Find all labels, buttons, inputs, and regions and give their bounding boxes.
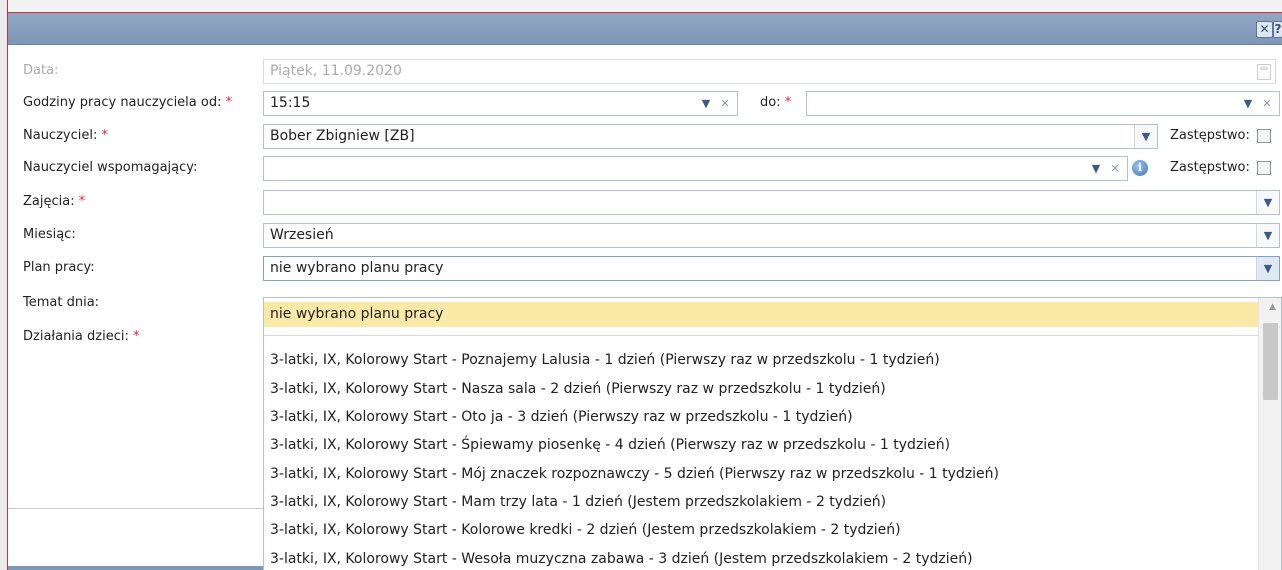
chevron-down-icon[interactable]: ▼ xyxy=(1256,224,1279,247)
hours-label: Godziny pracy nauczyciela od: * xyxy=(23,95,233,110)
assistant-teacher-label: Nauczyciel wspomagający: xyxy=(23,160,198,175)
chevron-down-icon[interactable]: ▼ xyxy=(697,92,715,115)
clear-icon[interactable]: ✕ xyxy=(716,92,734,115)
dropdown-option[interactable]: 3-latki, IX, Kolorowy Start - Mój znacze… xyxy=(264,462,1258,487)
assistant-teacher-combo[interactable]: ▼ ✕ xyxy=(263,156,1128,181)
assistant-substitute-checkbox[interactable] xyxy=(1257,161,1271,175)
assistant-substitute-label: Zastępstwo: xyxy=(1170,160,1250,175)
dropdown-option[interactable]: 3-latki, IX, Kolorowy Start - Wesoła muz… xyxy=(264,547,1258,570)
hours-from-value: 15:15 xyxy=(270,95,311,111)
plan-label: Plan pracy: xyxy=(23,260,95,275)
info-icon[interactable]: i xyxy=(1132,160,1148,176)
dropdown-option[interactable]: 3-latki, IX, Kolorowy Start - Nasza sala… xyxy=(264,377,1258,402)
chevron-down-icon[interactable]: ▼ xyxy=(1239,92,1257,115)
dropdown-option[interactable]: 3-latki, IX, Kolorowy Start - Mam trzy l… xyxy=(264,490,1258,515)
dropdown-option[interactable]: 3-latki, IX, Kolorowy Start - Oto ja - 3… xyxy=(264,405,1258,430)
teacher-label: Nauczyciel: * xyxy=(23,128,108,143)
close-icon[interactable]: ✕ xyxy=(1256,21,1273,38)
help-icon[interactable]: ? xyxy=(1273,21,1282,38)
background-window-edge xyxy=(0,0,8,570)
divider xyxy=(8,508,273,509)
dropdown-scrollbar[interactable]: ▲ xyxy=(1258,298,1281,570)
chevron-down-icon[interactable]: ▼ xyxy=(1134,125,1157,148)
topic-label: Temat dnia: xyxy=(23,295,100,310)
dialog-titlebar xyxy=(8,13,1282,45)
dialog-footer-bar xyxy=(8,566,273,570)
chevron-down-icon[interactable]: ▼ xyxy=(1256,257,1279,280)
chevron-down-icon[interactable]: ▼ xyxy=(1087,157,1105,180)
plan-select[interactable]: nie wybrano planu pracy ▼ xyxy=(263,256,1280,281)
background-window-strip xyxy=(0,0,1282,13)
teacher-select[interactable]: Bober Zbigniew [ZB] ▼ xyxy=(263,124,1158,149)
classes-select[interactable]: ▼ xyxy=(263,190,1280,215)
month-select[interactable]: Wrzesień ▼ xyxy=(263,223,1280,248)
teacher-value: Bober Zbigniew [ZB] xyxy=(270,128,415,144)
hours-to-combo[interactable]: ▼ ✕ xyxy=(806,91,1280,116)
hours-from-combo[interactable]: 15:15 ▼ ✕ xyxy=(263,91,738,116)
dropdown-option[interactable]: 3-latki, IX, Kolorowy Start - Poznajemy … xyxy=(264,348,1258,373)
clear-icon[interactable]: ✕ xyxy=(1106,157,1124,180)
teacher-substitute-label: Zastępstwo: xyxy=(1170,128,1250,143)
teacher-substitute-checkbox[interactable] xyxy=(1257,129,1271,143)
clear-icon[interactable]: ✕ xyxy=(1258,92,1276,115)
plan-dropdown-list: nie wybrano planu pracy 3-latki, IX, Kol… xyxy=(263,297,1282,570)
scroll-up-icon[interactable]: ▲ xyxy=(1269,302,1276,312)
classes-label: Zajęcia: * xyxy=(23,194,86,209)
hours-to-label: do: * xyxy=(760,95,792,110)
divider xyxy=(264,335,1258,336)
month-label: Miesiąc: xyxy=(23,227,76,242)
date-value: Piątek, 11.09.2020 xyxy=(270,63,402,79)
scrollbar-thumb[interactable] xyxy=(1263,323,1278,400)
date-field: Piątek, 11.09.2020 xyxy=(263,59,1276,84)
dropdown-option[interactable]: nie wybrano planu pracy xyxy=(264,302,1258,327)
date-label: Data: xyxy=(23,63,59,78)
chevron-down-icon[interactable]: ▼ xyxy=(1256,191,1279,214)
month-value: Wrzesień xyxy=(270,227,334,243)
calendar-icon xyxy=(1257,64,1271,80)
activities-label: Działania dzieci: * xyxy=(23,329,140,344)
dropdown-option[interactable]: 3-latki, IX, Kolorowy Start - Kolorowe k… xyxy=(264,518,1258,543)
plan-value: nie wybrano planu pracy xyxy=(270,260,444,276)
dropdown-option[interactable]: 3-latki, IX, Kolorowy Start - Śpiewamy p… xyxy=(264,433,1258,458)
